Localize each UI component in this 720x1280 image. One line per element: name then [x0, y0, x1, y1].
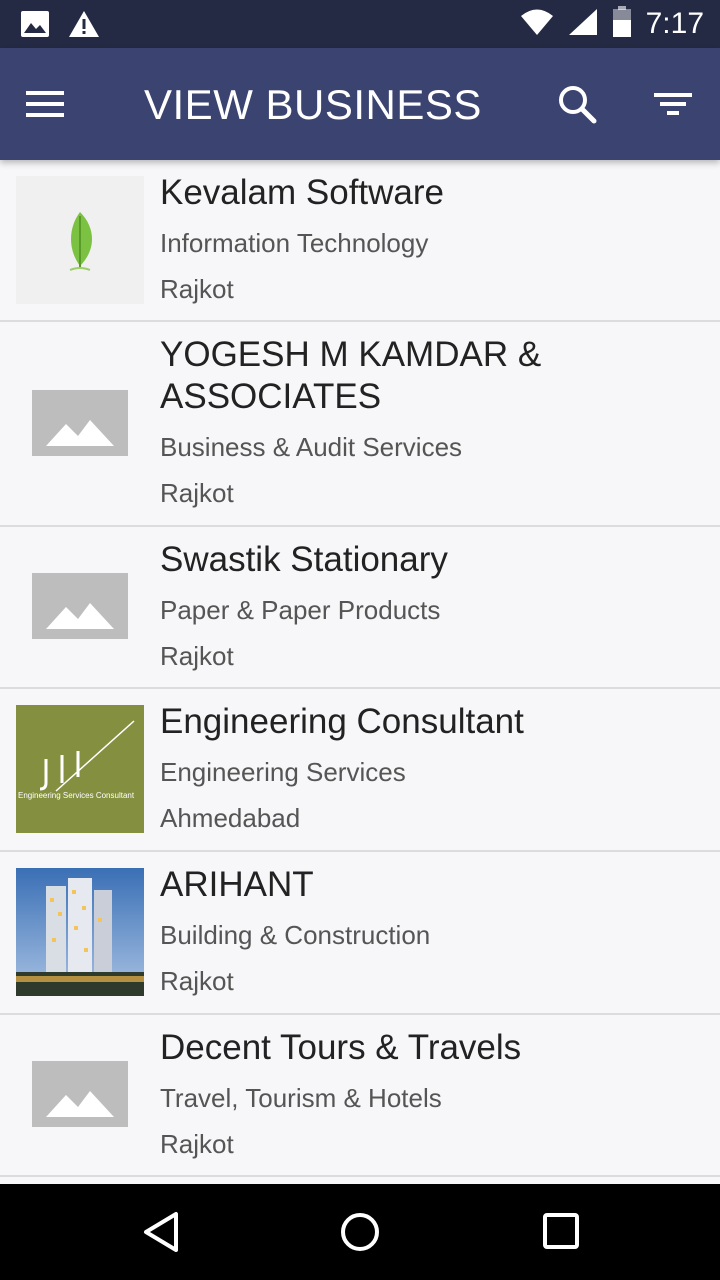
filter-button[interactable]	[646, 76, 702, 132]
placeholder-image-icon	[32, 1061, 128, 1127]
business-name: ARIHANT	[160, 865, 314, 904]
search-icon	[550, 86, 606, 136]
recents-icon	[540, 1213, 584, 1258]
status-bar: 7:17	[0, 0, 720, 48]
business-city: Rajkot	[160, 641, 234, 671]
menu-icon	[26, 91, 66, 132]
recents-button[interactable]	[540, 1210, 584, 1254]
image-notification-icon	[20, 10, 50, 42]
business-category: Travel, Tourism & Hotels	[160, 1083, 442, 1113]
business-city: Rajkot	[160, 966, 234, 996]
jil-logo-icon	[16, 705, 144, 833]
filter-icon	[646, 93, 702, 136]
search-button[interactable]	[550, 76, 606, 132]
wifi-icon	[520, 8, 554, 40]
leaf-logo-icon	[16, 176, 144, 304]
menu-button[interactable]	[26, 80, 86, 128]
status-time: 7:17	[645, 7, 704, 40]
business-city: Ahmedabad	[160, 803, 301, 833]
placeholder-image-icon	[32, 573, 128, 639]
business-item[interactable]: Swastik Stationary Paper & Paper Product…	[0, 527, 720, 689]
business-category: Business & Audit Services	[160, 432, 463, 462]
business-name: YOGESH M KAMDAR & ASSOCIATES	[160, 335, 542, 416]
building-photo-icon	[16, 868, 144, 996]
business-category: Engineering Services	[160, 757, 406, 787]
business-name: Swastik Stationary	[160, 540, 448, 579]
business-category: Information Technology	[160, 228, 429, 258]
app-bar: VIEW BUSINESS	[0, 48, 720, 160]
business-thumbnail	[16, 868, 144, 996]
back-button[interactable]	[140, 1210, 184, 1254]
business-category: Building & Construction	[160, 920, 431, 950]
business-thumbnail: Engineering Services Consultant	[16, 705, 144, 833]
navigation-bar	[0, 1184, 720, 1280]
business-item[interactable]: Decent Tours & Travels Travel, Tourism &…	[0, 1015, 720, 1177]
business-name: Engineering Consultant	[160, 702, 524, 741]
warning-icon	[68, 10, 100, 42]
page-title: VIEW BUSINESS	[144, 81, 482, 128]
business-item[interactable]: YOGESH M KAMDAR & ASSOCIATES Business & …	[0, 322, 720, 527]
business-item[interactable]: ARIHANT Building & Construction Rajkot	[0, 852, 720, 1015]
business-name: Decent Tours & Travels	[160, 1028, 522, 1067]
business-city: Rajkot	[160, 478, 234, 508]
jil-logo-caption: Engineering Services Consultant	[18, 791, 135, 800]
business-item[interactable]: Engineering Services Consultant Engineer…	[0, 689, 720, 852]
placeholder-image-icon	[32, 390, 128, 456]
business-thumbnail	[16, 176, 144, 304]
signal-icon	[568, 8, 598, 40]
business-item[interactable]: Kevalam Software Information Technology …	[0, 160, 720, 322]
home-button[interactable]	[338, 1210, 382, 1254]
business-city: Rajkot	[160, 1129, 234, 1159]
business-category: Paper & Paper Products	[160, 595, 441, 625]
business-city: Rajkot	[160, 274, 234, 304]
business-name: Kevalam Software	[160, 173, 445, 212]
battery-icon	[612, 6, 632, 42]
back-icon	[140, 1212, 184, 1258]
home-icon	[338, 1213, 382, 1258]
